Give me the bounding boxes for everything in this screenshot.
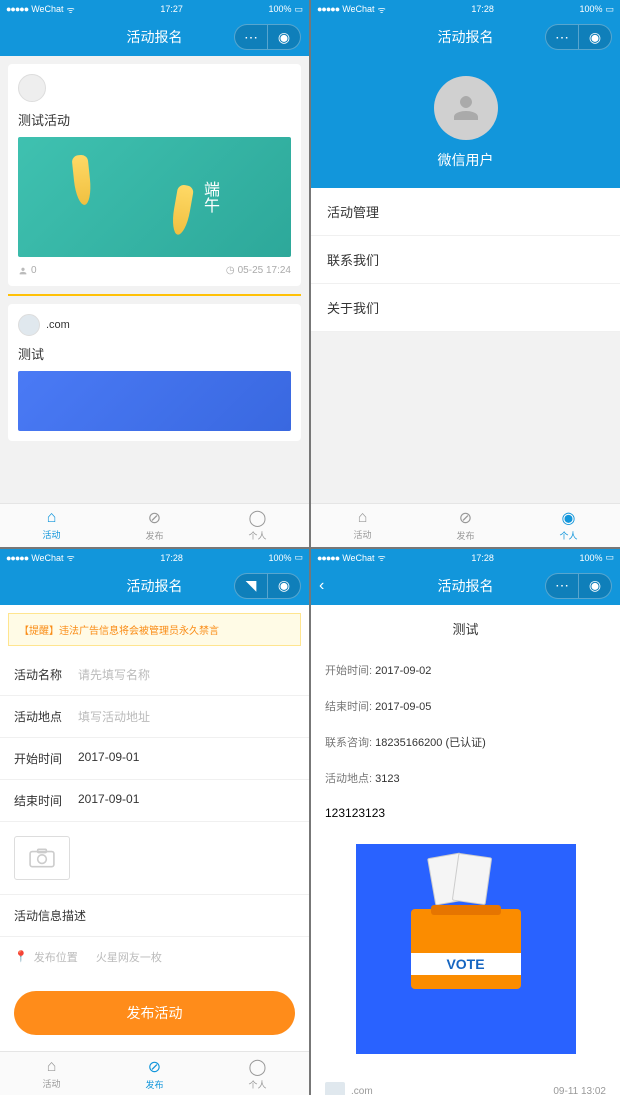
capsule: ⋯ ◉ (234, 24, 301, 50)
avatar (325, 1082, 345, 1095)
tab-bar: ⌂活动 ⊘发布 ◯个人 (0, 1051, 309, 1095)
detail-body: 123123123 (311, 796, 620, 830)
card-title: 测试 (18, 344, 291, 363)
content-area: 测试活动 端午 0 ◷ 05-25 17:24 .com 测试 (0, 56, 309, 503)
tab-bar: ⌂活动 ⊘发布 ◯个人 (0, 503, 309, 547)
field-end[interactable]: 结束时间 2017-09-01 (0, 780, 309, 822)
timestamp: 09-11 13:02 (553, 1086, 606, 1095)
tab-activity[interactable]: ⌂活动 (0, 504, 103, 547)
capsule: ⋯ ◉ (545, 573, 612, 599)
detail-content: 测试 开始时间: 2017-09-02 结束时间: 2017-09-05 联系咨… (311, 605, 620, 1095)
capsule: ◥ ◉ (234, 573, 301, 599)
warning-banner: 【提醒】违法广告信息将会被管理员永久禁言 (8, 613, 301, 646)
tab-bar: ⌂活动 ⊘发布 ◉个人 (311, 503, 620, 547)
menu-contact[interactable]: 联系我们 (311, 236, 620, 284)
username: .com (46, 319, 70, 331)
back-button[interactable]: ‹ (319, 577, 324, 595)
tab-publish[interactable]: ⊘发布 (103, 1052, 206, 1095)
screen-detail: ●●●●● WeChatᯤ 17:28 100%▭ ‹ 活动报名 ⋯ ◉ 测试 … (311, 549, 620, 1095)
close-button[interactable]: ◉ (268, 25, 300, 49)
person-icon: ◉ (562, 508, 576, 528)
person-icon: ◯ (249, 1057, 267, 1077)
tab-publish[interactable]: ⊘发布 (414, 504, 517, 547)
menu-list: 活动管理 联系我们 关于我们 (311, 188, 620, 332)
more-button[interactable]: ⋯ (235, 25, 267, 49)
detail-place: 活动地点: 3123 (311, 760, 620, 796)
status-bar: ●●●●● WeChatᯤ 17:28 100%▭ (311, 0, 620, 18)
detail-contact: 联系咨询: 18235166200 (已认证) (311, 724, 620, 760)
more-button[interactable]: ⋯ (546, 574, 578, 598)
more-button[interactable]: ⋯ (546, 25, 578, 49)
activity-card[interactable]: 测试活动 端午 0 ◷ 05-25 17:24 (8, 64, 301, 286)
status-bar: ●●●●● WeChatᯤ 17:27 100%▭ (0, 0, 309, 18)
nav-bar: 活动报名 ⋯ ◉ (0, 18, 309, 56)
page-title: 活动报名 (438, 27, 494, 47)
field-description[interactable]: 活动信息描述 (0, 894, 309, 936)
publish-icon: ⊘ (459, 508, 472, 528)
name-input: 请先填写名称 (78, 666, 150, 683)
author-row: .com 09-11 13:02 (311, 1074, 620, 1095)
page-title: 活动报名 (438, 576, 494, 596)
activity-card[interactable]: .com 测试 (8, 304, 301, 441)
home-icon: ⌂ (47, 1058, 57, 1076)
place-input: 填写活动地址 (78, 708, 150, 725)
detail-title: 测试 (311, 605, 620, 652)
pin-icon: 📍 (14, 950, 28, 963)
publish-icon: ⊘ (148, 1057, 161, 1077)
publish-button[interactable]: 发布活动 (14, 991, 295, 1035)
menu-activity-manage[interactable]: 活动管理 (311, 188, 620, 236)
timestamp: ◷ 05-25 17:24 (226, 265, 291, 276)
avatar (18, 314, 40, 336)
publish-icon: ⊘ (148, 508, 161, 528)
field-name[interactable]: 活动名称 请先填写名称 (0, 654, 309, 696)
menu-about[interactable]: 关于我们 (311, 284, 620, 332)
start-value: 2017-09-01 (78, 750, 295, 767)
card-image (18, 371, 291, 431)
card-title: 测试活动 (18, 110, 291, 129)
close-button[interactable]: ◉ (268, 574, 300, 598)
avatar[interactable] (434, 76, 498, 140)
close-button[interactable]: ◉ (579, 25, 611, 49)
form-content: 【提醒】违法广告信息将会被管理员永久禁言 活动名称 请先填写名称 活动地点 填写… (0, 605, 309, 1052)
tab-publish[interactable]: ⊘发布 (103, 504, 206, 547)
nav-bar: 活动报名 ⋯ ◉ (311, 18, 620, 56)
person-icon: ◯ (249, 508, 267, 528)
home-icon: ⌂ (47, 509, 57, 527)
nav-bar: 活动报名 ◥ ◉ (0, 567, 309, 605)
tab-activity[interactable]: ⌂活动 (0, 1052, 103, 1095)
detail-image: VOTE (311, 830, 620, 1068)
field-start[interactable]: 开始时间 2017-09-01 (0, 738, 309, 780)
field-location[interactable]: 📍 发布位置 火星网友一枚 (0, 936, 309, 977)
image-upload (0, 822, 309, 894)
tab-activity[interactable]: ⌂活动 (311, 504, 414, 547)
avatar (18, 74, 46, 102)
tab-personal[interactable]: ◉个人 (517, 504, 620, 547)
screen-publish: ●●●●● WeChatᯤ 17:28 100%▭ 活动报名 ◥ ◉ 【提醒】违… (0, 549, 309, 1095)
capsule: ⋯ ◉ (545, 24, 612, 50)
screen-activity-list: ●●●●● WeChatᯤ 17:27 100%▭ 活动报名 ⋯ ◉ 测试活动 … (0, 0, 309, 547)
page-title: 活动报名 (127, 27, 183, 47)
nav-bar: ‹ 活动报名 ⋯ ◉ (311, 567, 620, 605)
author-name: .com (351, 1086, 373, 1095)
end-value: 2017-09-01 (78, 792, 295, 809)
tab-personal[interactable]: ◯个人 (206, 504, 309, 547)
add-image-button[interactable] (14, 836, 70, 880)
tab-personal[interactable]: ◯个人 (206, 1052, 309, 1095)
card-meta: 0 ◷ 05-25 17:24 (18, 265, 291, 276)
status-bar: ●●●●● WeChatᯤ 17:28 100%▭ (0, 549, 309, 567)
profile-name: 微信用户 (438, 150, 494, 170)
home-icon: ⌂ (358, 509, 368, 527)
detail-end: 结束时间: 2017-09-05 (311, 688, 620, 724)
card-image: 端午 (18, 137, 291, 257)
profile-header: 微信用户 (311, 56, 620, 188)
close-button[interactable]: ◉ (579, 574, 611, 598)
field-place[interactable]: 活动地点 填写活动地址 (0, 696, 309, 738)
detail-start: 开始时间: 2017-09-02 (311, 652, 620, 688)
page-title: 活动报名 (127, 576, 183, 596)
screen-profile: ●●●●● WeChatᯤ 17:28 100%▭ 活动报名 ⋯ ◉ 微信用户 … (311, 0, 620, 547)
status-bar: ●●●●● WeChatᯤ 17:28 100%▭ (311, 549, 620, 567)
send-button[interactable]: ◥ (235, 574, 267, 598)
likes-count: 0 (18, 265, 37, 276)
